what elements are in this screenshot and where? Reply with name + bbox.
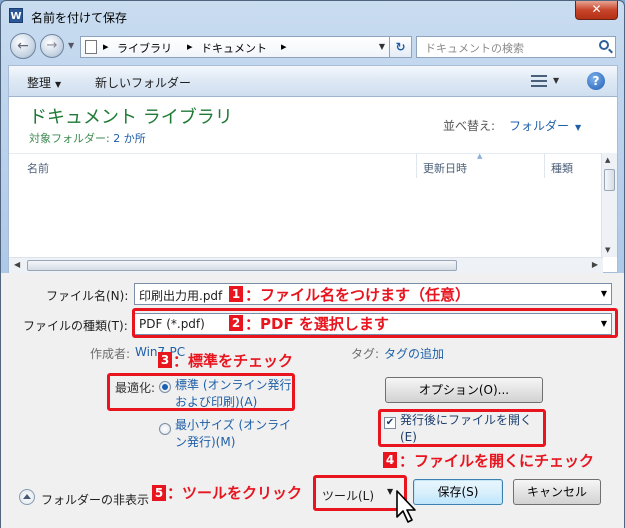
window-title: 名前を付けて保存 bbox=[31, 11, 128, 25]
address-dropdown-icon[interactable]: ▼ bbox=[379, 42, 385, 51]
filename-label: ファイル名(N): bbox=[46, 289, 129, 303]
sort-dropdown[interactable]: フォルダー ▼ bbox=[509, 117, 581, 134]
scroll-thumb[interactable] bbox=[27, 260, 457, 271]
save-as-dialog: W 名前を付けて保存 ✕ ← → ▼ ▸ ライブラリ ▸ ドキュメント ▸ ▼ … bbox=[0, 0, 625, 528]
title-bar: W 名前を付けて保存 ✕ bbox=[1, 1, 624, 31]
tags-value[interactable]: タグの追加 bbox=[384, 345, 444, 362]
filename-value[interactable]: 印刷出力用.pdf bbox=[139, 287, 222, 304]
column-name[interactable]: 名前 bbox=[27, 160, 49, 176]
library-icon bbox=[85, 40, 97, 54]
organize-label: 整理 bbox=[27, 76, 52, 90]
refresh-button[interactable]: ↻ bbox=[390, 36, 412, 58]
target-locations-link[interactable]: 2 か所 bbox=[113, 132, 146, 145]
sort-indicator-icon: ▲ bbox=[477, 152, 483, 160]
annotation-5-number: 5 bbox=[152, 485, 166, 501]
scroll-right-icon[interactable]: ▶ bbox=[592, 260, 598, 269]
save-button[interactable]: 保存(S) bbox=[413, 479, 503, 505]
minimum-label-line1: 最小サイズ (オンライ bbox=[175, 418, 292, 432]
minimum-label-line2: ン発行)(M) bbox=[175, 435, 236, 449]
annotation-1-text: ：ファイル名をつけます（任意） bbox=[245, 286, 471, 304]
column-divider[interactable] bbox=[416, 154, 417, 178]
annotation-3-number: 3 bbox=[158, 352, 172, 368]
scroll-up-icon[interactable]: ▲ bbox=[605, 156, 610, 164]
annotation-1-number: 1 bbox=[229, 286, 243, 302]
address-bar[interactable]: ▸ ライブラリ ▸ ドキュメント ▸ ▼ bbox=[80, 36, 390, 58]
breadcrumb-separator-icon[interactable]: ▸ bbox=[187, 40, 193, 53]
collapse-up-icon[interactable] bbox=[19, 489, 35, 505]
chevron-down-icon: ▼ bbox=[55, 80, 62, 89]
chevron-down-icon: ▼ bbox=[575, 123, 582, 132]
horizontal-scrollbar[interactable]: ◀ ▶ bbox=[9, 257, 603, 273]
scroll-down-icon[interactable]: ▼ bbox=[605, 246, 610, 254]
hide-folders-button[interactable]: フォルダーの非表示 bbox=[41, 491, 149, 508]
breadcrumb-documents[interactable]: ドキュメント bbox=[201, 40, 267, 56]
options-button[interactable]: オプション(O)... bbox=[385, 377, 543, 403]
forward-button[interactable]: → bbox=[40, 34, 64, 58]
column-date[interactable]: 更新日時 bbox=[423, 160, 467, 176]
sort-label: 並べ替え: bbox=[443, 119, 496, 133]
back-button[interactable]: ← bbox=[10, 33, 36, 59]
forward-arrow-icon: → bbox=[46, 38, 58, 53]
navigation-bar: ← → ▼ ▸ ライブラリ ▸ ドキュメント ▸ ▼ ↻ ドキュメントの検索 bbox=[8, 31, 618, 61]
column-divider[interactable] bbox=[544, 154, 545, 178]
back-arrow-icon: ← bbox=[17, 38, 29, 54]
file-list-pane: ドキュメント ライブラリ 対象フォルダー: 2 か所 並べ替え: フォルダー ▼ … bbox=[8, 97, 618, 273]
word-app-icon: W bbox=[9, 8, 23, 23]
search-box[interactable]: ドキュメントの検索 bbox=[416, 36, 616, 58]
recent-pages-dropdown[interactable]: ▼ bbox=[68, 41, 74, 50]
target-label: 対象フォルダー: bbox=[29, 132, 110, 145]
author-label: 作成者: bbox=[90, 347, 131, 361]
help-icon[interactable]: ? bbox=[587, 72, 605, 90]
breadcrumb-libraries[interactable]: ライブラリ bbox=[117, 40, 172, 56]
library-target: 対象フォルダー: 2 か所 bbox=[29, 130, 146, 146]
breadcrumb-separator-icon[interactable]: ▸ bbox=[281, 40, 287, 53]
minimum-size-option-label[interactable]: 最小サイズ (オンライ ン発行)(M) bbox=[175, 417, 291, 451]
search-icon[interactable] bbox=[599, 40, 609, 50]
close-button[interactable]: ✕ bbox=[575, 1, 618, 20]
view-options-icon[interactable] bbox=[531, 75, 547, 87]
vertical-scrollbar[interactable]: ▲ ▼ bbox=[601, 153, 617, 257]
sort-value: フォルダー bbox=[509, 119, 570, 133]
column-headers: 名前 ▲ 更新日時 種類 bbox=[9, 152, 603, 178]
annotation-5-text: ：ツールをクリック bbox=[167, 484, 303, 502]
filetype-label: ファイルの種類(T): bbox=[23, 319, 128, 333]
mouse-pointer-icon bbox=[396, 490, 416, 523]
tags-label: タグ: bbox=[351, 347, 380, 361]
breadcrumb-separator-icon[interactable]: ▸ bbox=[103, 40, 109, 53]
annotation-4-text: ：ファイルを開くにチェック bbox=[399, 452, 595, 470]
annotation-2-text: ：PDF を選択します bbox=[245, 315, 389, 333]
refresh-icon: ↻ bbox=[395, 40, 406, 54]
annotation-3-box bbox=[107, 373, 295, 411]
annotation-2-number: 2 bbox=[229, 315, 243, 331]
chevron-down-icon[interactable]: ▼ bbox=[601, 289, 607, 298]
new-folder-button[interactable]: 新しいフォルダー bbox=[95, 74, 191, 91]
column-type[interactable]: 種類 bbox=[551, 160, 573, 176]
annotation-4-box bbox=[378, 409, 546, 447]
scroll-left-icon[interactable]: ◀ bbox=[14, 260, 20, 269]
library-title: ドキュメント ライブラリ bbox=[29, 107, 233, 128]
minimum-size-radio[interactable] bbox=[159, 423, 171, 435]
cancel-button[interactable]: キャンセル bbox=[513, 479, 601, 505]
scroll-thumb[interactable] bbox=[604, 169, 615, 191]
annotation-5-box bbox=[313, 475, 407, 511]
organize-menu[interactable]: 整理 ▼ bbox=[27, 74, 61, 91]
search-input[interactable]: ドキュメントの検索 bbox=[425, 40, 524, 56]
annotation-4-number: 4 bbox=[383, 452, 397, 468]
annotation-3-text: ：標準をチェック bbox=[173, 352, 294, 370]
command-bar: 整理 ▼ 新しいフォルダー ▼ ? bbox=[8, 65, 618, 97]
view-dropdown-icon[interactable]: ▼ bbox=[553, 76, 559, 85]
